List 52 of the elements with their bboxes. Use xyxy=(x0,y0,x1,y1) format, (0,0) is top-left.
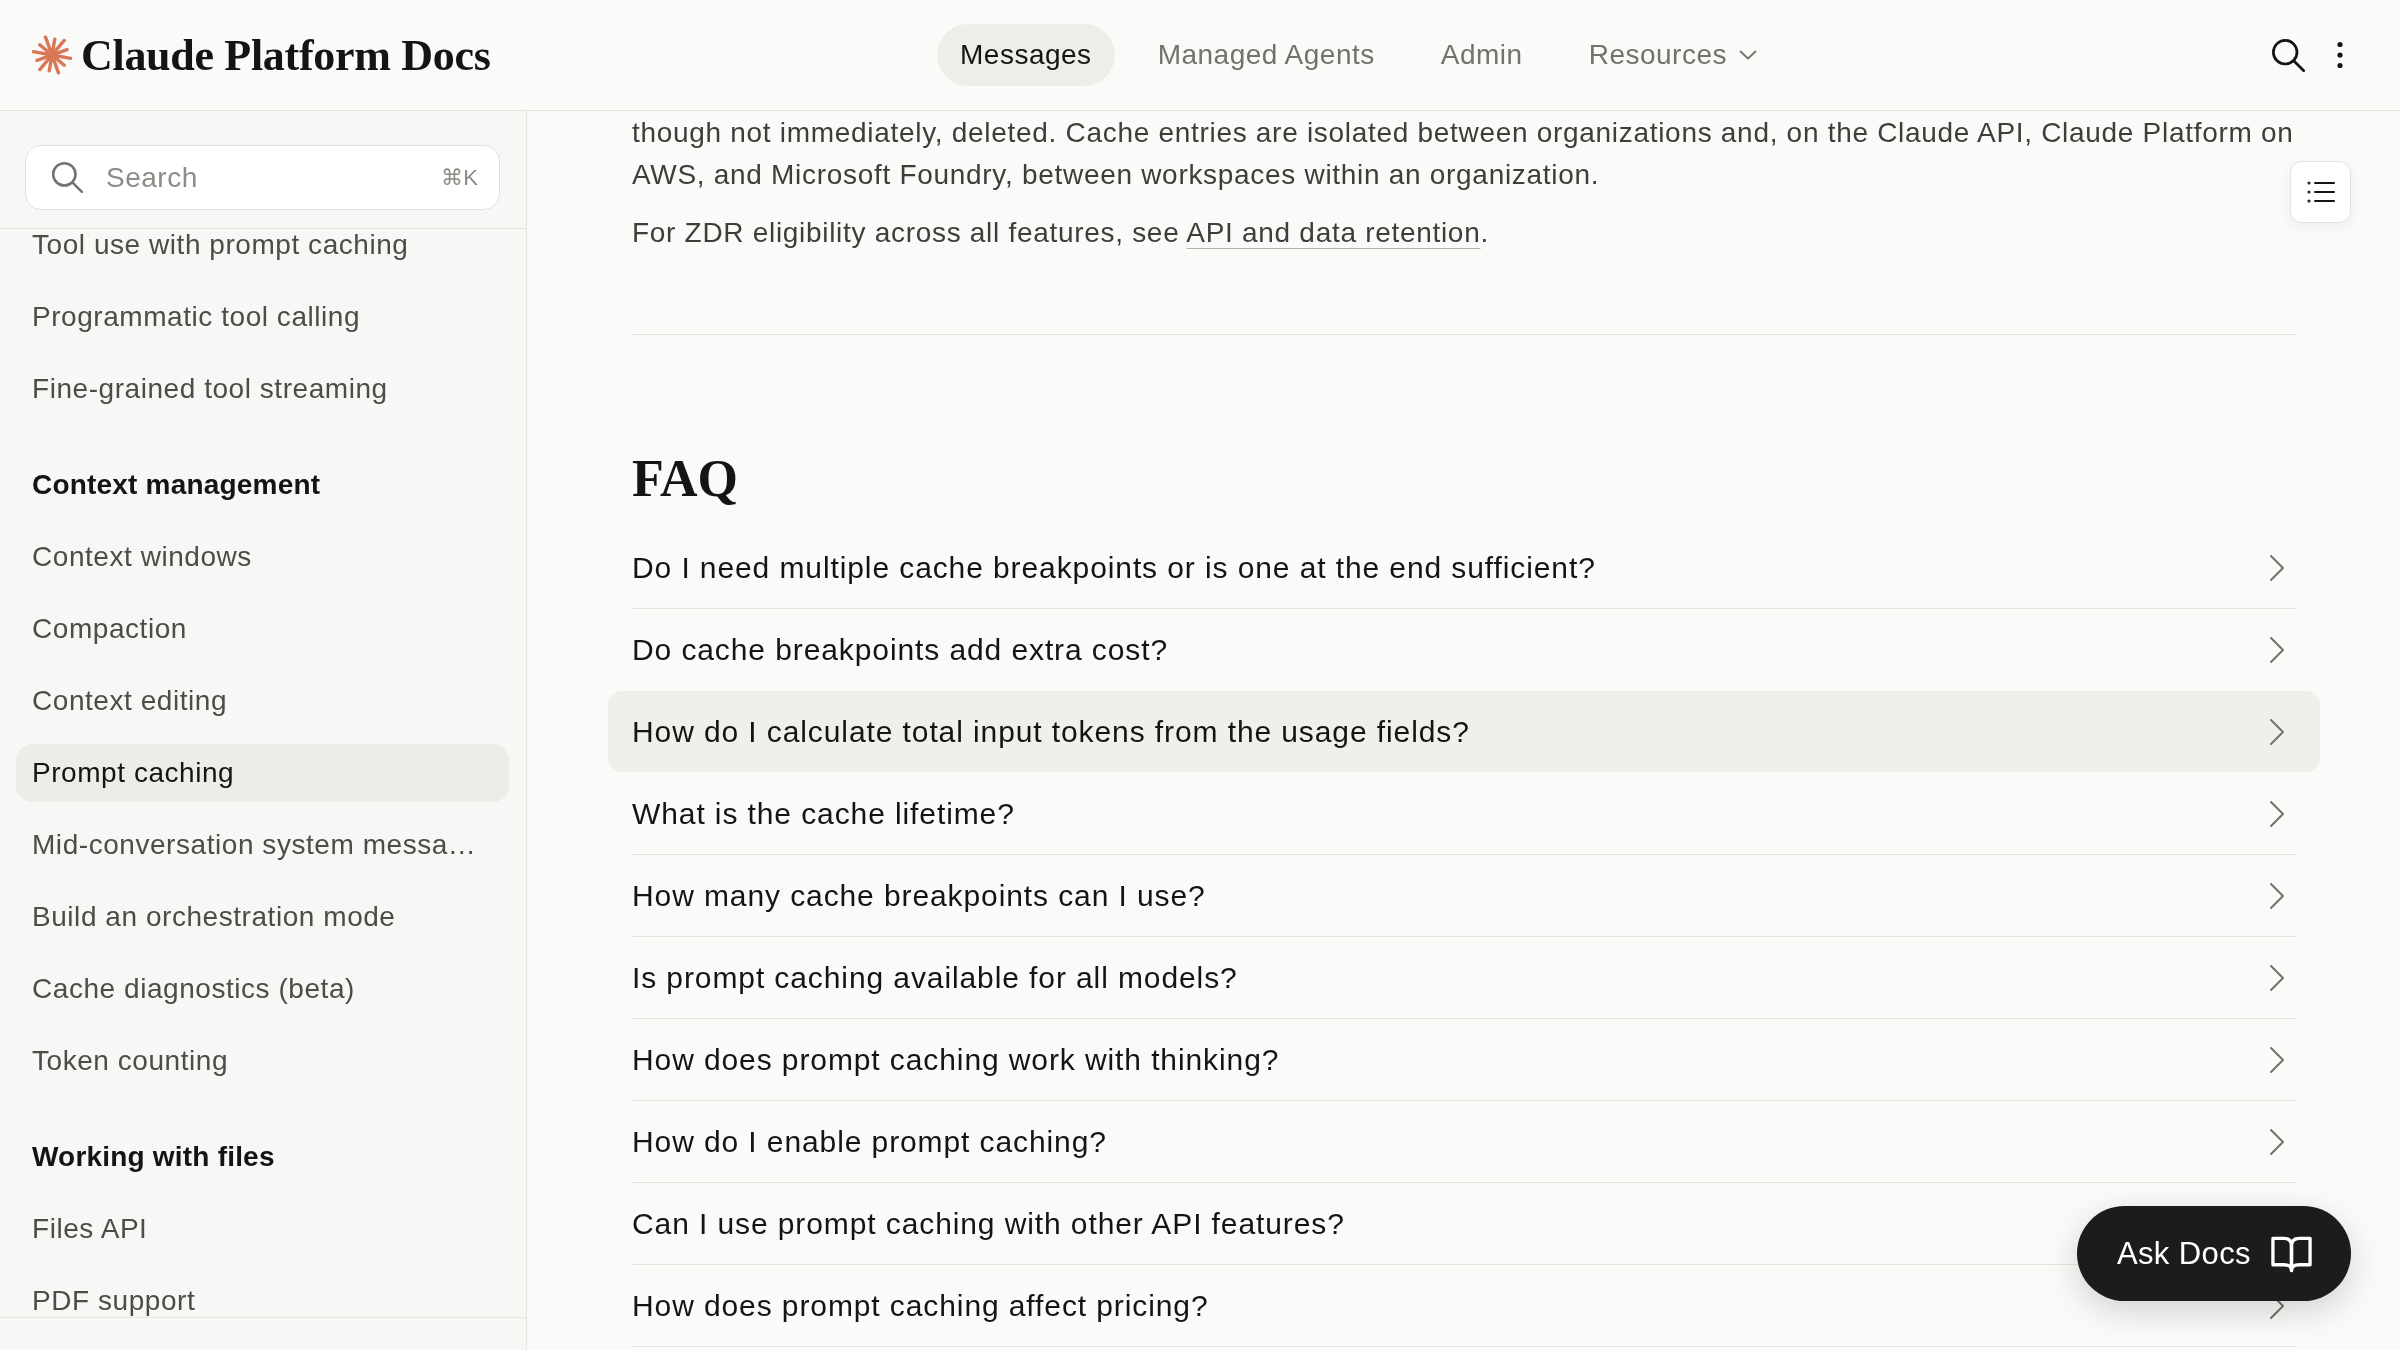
sidebar-item[interactable]: Token counting xyxy=(16,1032,509,1090)
nav-tab[interactable]: Managed Agents xyxy=(1134,24,1398,86)
section-title: FAQ xyxy=(632,449,739,509)
chevron-right-icon xyxy=(2269,963,2285,992)
sidebar-item[interactable]: Mid-conversation system messa… xyxy=(16,816,509,874)
shortcut-hint: ⌘K xyxy=(441,164,478,191)
sidebar-item[interactable]: PDF support xyxy=(16,1272,509,1317)
chevron-right-icon xyxy=(2269,1045,2285,1074)
site-title[interactable]: Claude Platform Docs xyxy=(81,29,491,81)
sidebar-item[interactable]: Programmatic tool calling xyxy=(16,288,509,346)
nav-tab[interactable]: Messages xyxy=(937,24,1115,86)
faq-question[interactable]: How do I enable prompt caching? xyxy=(608,1101,2320,1182)
nav-tab[interactable]: Admin xyxy=(1417,24,1546,86)
table-of-contents-button[interactable] xyxy=(2290,161,2351,223)
sidebar-item[interactable]: Context editing xyxy=(16,672,509,730)
sidebar-item[interactable]: Context windows xyxy=(16,528,509,586)
section-heading: Working with files xyxy=(31,1140,276,1174)
starburst-icon xyxy=(32,35,72,75)
search-icon xyxy=(50,160,84,194)
faq-question[interactable]: Can I use prompt caching with other API features? xyxy=(608,1183,2064,1264)
faq-question[interactable]: What is the cache lifetime? xyxy=(608,773,2320,854)
faq-question[interactable]: How do I calculate total input tokens from the usage fields? xyxy=(608,691,2320,772)
chevron-right-icon xyxy=(2269,635,2285,664)
sidebar-item[interactable]: Compaction xyxy=(16,600,509,658)
sidebar-item[interactable]: Prompt caching xyxy=(16,744,509,802)
chevron-right-icon xyxy=(2269,881,2285,910)
paragraph: For ZDR eligibility across all features, see API and data retention. xyxy=(632,216,1490,250)
faq-question[interactable]: Do cache breakpoints add extra cost? xyxy=(608,609,2320,690)
paragraph: though not immediately, deleted. Cache entries are isolated between organizations and, on the Claude API, Claude Platform on AWS, and Microsoft Foundry, between workspaces within an organization. xyxy=(632,116,2295,192)
faq-question[interactable]: How does prompt caching work with thinking? xyxy=(608,1019,2320,1100)
chevron-right-icon xyxy=(2269,553,2285,582)
nav-tab[interactable]: Resources xyxy=(1565,24,1780,86)
faq-question[interactable]: Do I need multiple cache breakpoints or is one at the end sufficient? xyxy=(608,527,2320,608)
chevron-right-icon xyxy=(2269,799,2285,828)
search-icon xyxy=(2270,37,2306,73)
more-button[interactable] xyxy=(2336,41,2344,69)
link[interactable]: API and data retention xyxy=(1186,217,1481,248)
vertical-dots-icon xyxy=(2336,41,2344,69)
sidebar-item[interactable]: Fine-grained tool streaming xyxy=(16,360,509,418)
list-icon xyxy=(2306,181,2335,203)
caret-down-icon xyxy=(1739,50,1757,60)
sidebar-item[interactable]: Cache diagnostics (beta) xyxy=(16,960,509,1018)
ask-docs-button[interactable]: Ask Docs xyxy=(2076,1206,2351,1301)
sidebar-item[interactable]: Files API xyxy=(16,1200,509,1258)
sidebar-item[interactable]: Tool use with prompt caching xyxy=(16,229,509,274)
faq-question[interactable]: Is prompt caching available for all models? xyxy=(608,937,2320,1018)
chevron-right-icon xyxy=(2269,1127,2285,1156)
section-heading: Context management xyxy=(31,468,322,502)
chevron-right-icon xyxy=(2269,717,2285,746)
faq-question[interactable]: How many cache breakpoints can I use? xyxy=(608,855,2320,936)
search-button[interactable] xyxy=(2270,37,2306,73)
sidebar-item[interactable]: Build an orchestration mode xyxy=(16,888,509,946)
